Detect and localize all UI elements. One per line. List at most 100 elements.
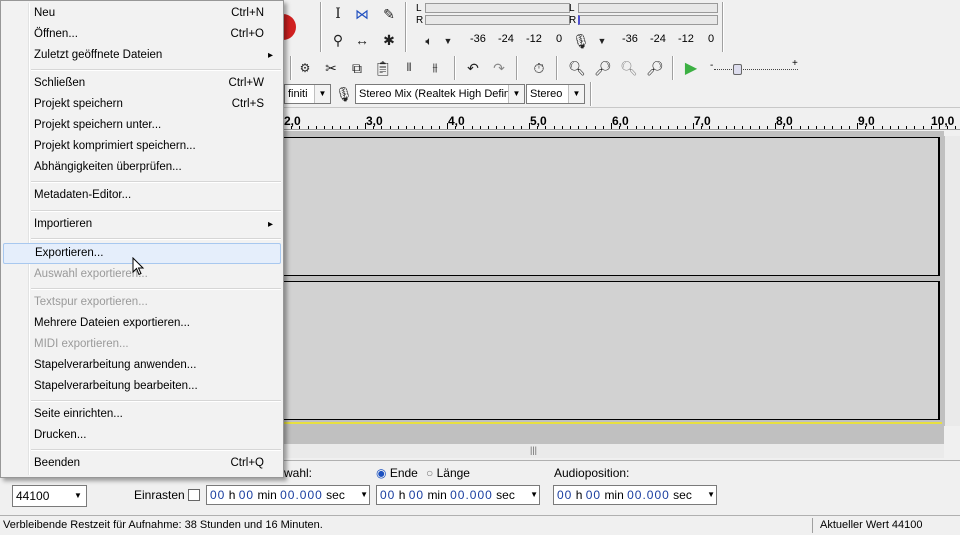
- menu-item-beenden[interactable]: Beenden Ctrl+Q: [3, 453, 281, 474]
- ruler-minor-tick: [816, 126, 817, 129]
- menu-item-drucken[interactable]: Drucken...: [3, 425, 281, 446]
- ruler-minor-tick: [742, 126, 744, 129]
- ruler-minor-tick: [438, 126, 440, 129]
- menu-item-oeffnen[interactable]: Öffnen... Ctrl+O: [3, 24, 281, 45]
- input-device-select[interactable]: Stereo Mix (Realtek High Defini ▼: [355, 84, 525, 104]
- ruler-minor-tick: [299, 126, 301, 129]
- trim-audio-icon[interactable]: ⫴: [398, 57, 420, 79]
- vertical-scrollbar[interactable]: [944, 136, 960, 426]
- ruler-minor-tick: [373, 126, 375, 129]
- ruler-minor-tick: [635, 126, 637, 129]
- ruler-minor-tick: [668, 126, 670, 129]
- ruler-minor-tick: [922, 126, 924, 129]
- microphone-icon[interactable]: 🎙︎: [570, 30, 592, 52]
- ruler-minor-tick: [725, 126, 727, 129]
- timeshift-tool-icon[interactable]: ↔: [351, 29, 373, 51]
- menu-item-schliessen[interactable]: Schließen Ctrl+W: [3, 73, 281, 94]
- undo-icon[interactable]: ↶: [462, 57, 484, 79]
- ruler-minor-tick: [455, 126, 457, 129]
- play-at-speed-icon[interactable]: ▶: [680, 57, 702, 79]
- ruler-minor-tick: [955, 126, 957, 129]
- menu-item-mehrere-dateien-exportieren[interactable]: Mehrere Dateien exportieren...: [3, 313, 281, 334]
- ruler-minor-tick: [840, 126, 842, 129]
- silence-audio-icon[interactable]: ⫵: [424, 57, 446, 79]
- playback-speed-slider[interactable]: - +: [710, 58, 800, 78]
- ruler-minor-tick: [414, 126, 416, 129]
- menu-item-recent-files[interactable]: Zuletzt geöffnete Dateien: [3, 45, 281, 66]
- status-bar: Verbleibende Restzeit für Aufnahme: 38 S…: [0, 515, 960, 535]
- cut-icon[interactable]: ✂: [320, 57, 342, 79]
- zoom-tool-icon[interactable]: ⚲: [327, 29, 349, 51]
- ruler-minor-tick: [824, 126, 826, 129]
- play-meter-left: L: [416, 3, 422, 14]
- play-meter-right: R: [416, 15, 424, 26]
- selection-tool-icon[interactable]: I: [327, 3, 349, 25]
- ruler-tick-label: 4,0: [448, 114, 465, 128]
- selection-start-time[interactable]: 00 h 00 min 00.000 sec ▼: [206, 485, 370, 505]
- end-radio[interactable]: ◉ Ende: [376, 466, 418, 480]
- redo-icon[interactable]: ↷: [488, 57, 510, 79]
- envelope-tool-icon[interactable]: ⋈: [351, 3, 373, 25]
- ruler-minor-tick: [348, 126, 350, 129]
- fit-selection-icon[interactable]: 🔍︎: [618, 57, 640, 79]
- ruler-minor-tick: [914, 126, 916, 129]
- ruler-minor-tick: [356, 126, 358, 129]
- length-radio[interactable]: ○ Länge: [426, 466, 470, 480]
- input-channels-select[interactable]: Stereo ▼: [526, 84, 585, 104]
- ruler-minor-tick: [340, 126, 342, 129]
- menu-item-komprimiert-speichern[interactable]: Projekt komprimiert speichern...: [3, 136, 281, 157]
- ruler-minor-tick: [783, 126, 785, 129]
- ruler-minor-tick: [865, 126, 867, 129]
- menu-item-neu[interactable]: Neu Ctrl+N: [3, 3, 281, 24]
- ruler-major-tick: [529, 123, 530, 129]
- menu-item-stapel-bearbeiten[interactable]: Stapelverarbeitung bearbeiten...: [3, 376, 281, 397]
- ruler-minor-tick: [537, 126, 539, 129]
- status-divider: [812, 518, 813, 533]
- rec-meter-left: L: [569, 3, 575, 14]
- zoom-out-icon[interactable]: 🔎︎: [592, 57, 614, 79]
- ruler-minor-tick: [906, 126, 908, 129]
- menu-item-seite-einrichten[interactable]: Seite einrichten...: [3, 404, 281, 425]
- selection-label: wahl:: [284, 466, 313, 480]
- ruler-minor-tick: [676, 126, 678, 129]
- snap-checkbox[interactable]: [188, 489, 200, 501]
- ruler-minor-tick: [594, 126, 596, 129]
- ruler-minor-tick: [561, 126, 563, 129]
- menu-item-importieren[interactable]: Importieren: [3, 214, 281, 235]
- trim-icon[interactable]: ⚙: [294, 57, 316, 79]
- file-menu: Neu Ctrl+N Öffnen... Ctrl+O Zuletzt geöffn…: [0, 0, 284, 478]
- microphone-dropdown-icon[interactable]: ▼: [591, 30, 613, 52]
- ruler-minor-tick: [766, 126, 768, 129]
- ruler-minor-tick: [488, 126, 489, 129]
- ruler-minor-tick: [807, 126, 809, 129]
- ruler-major-tick: [693, 123, 694, 129]
- paste-icon[interactable]: 📋︎: [372, 57, 394, 79]
- menu-item-projekt-speichern[interactable]: Projekt speichern Ctrl+S: [3, 94, 281, 115]
- ruler-minor-tick: [898, 126, 899, 129]
- sync-lock-icon[interactable]: ⏱: [528, 57, 550, 79]
- ruler-minor-tick: [717, 126, 719, 129]
- ruler-tick-label: 8,0: [776, 114, 793, 128]
- menu-item-abhaengigkeiten[interactable]: Abhängigkeiten überprüfen...: [3, 157, 281, 178]
- draw-tool-icon[interactable]: ✎: [378, 3, 400, 25]
- menu-item-stapel-anwenden[interactable]: Stapelverarbeitung anwenden...: [3, 355, 281, 376]
- zoom-in-icon[interactable]: 🔍︎: [566, 57, 588, 79]
- fit-project-icon[interactable]: 🔎︎: [644, 57, 666, 79]
- audio-position-label: Audioposition:: [554, 466, 630, 480]
- audio-host-select[interactable]: finiti ▼: [284, 84, 331, 104]
- speaker-dropdown-icon[interactable]: ▼: [437, 30, 459, 52]
- multi-tool-icon[interactable]: ✱: [378, 29, 400, 51]
- ruler-minor-tick: [422, 126, 424, 129]
- ruler-minor-tick: [848, 126, 850, 129]
- ruler-tick-label: 6,0: [612, 114, 629, 128]
- ruler-minor-tick: [520, 126, 522, 129]
- ruler-minor-tick: [307, 126, 309, 129]
- ruler-major-tick: [857, 123, 858, 129]
- copy-icon[interactable]: ⧉: [346, 57, 368, 79]
- audio-position-time[interactable]: 00 h 00 min 00.000 sec ▼: [553, 485, 717, 505]
- project-rate-select[interactable]: 44100 ▼: [12, 485, 87, 507]
- menu-item-speichern-unter[interactable]: Projekt speichern unter...: [3, 115, 281, 136]
- scroll-thumb-grip-icon[interactable]: |||: [530, 445, 537, 455]
- menu-item-metadaten-editor[interactable]: Metadaten-Editor...: [3, 185, 281, 206]
- selection-end-time[interactable]: 00 h 00 min 00.000 sec ▼: [376, 485, 540, 505]
